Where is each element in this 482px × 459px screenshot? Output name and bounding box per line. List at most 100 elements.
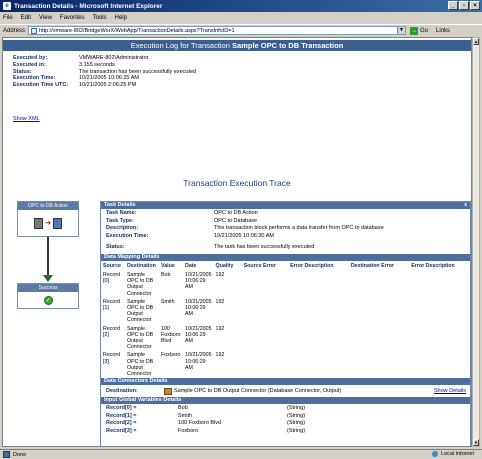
info-value: VMWARE-802\Administrator bbox=[79, 55, 149, 61]
connector-label: Destination: bbox=[106, 388, 138, 395]
column-header: Date bbox=[185, 263, 197, 269]
cell-destination: Sample OPC to DB Output Connector bbox=[127, 272, 154, 297]
cell-error-description bbox=[288, 351, 349, 378]
cell-error-description bbox=[288, 298, 349, 325]
data-mapping-header: Data Mapping Details bbox=[101, 254, 470, 261]
info-value: 10/21/2005 10:06:25 AM bbox=[79, 75, 139, 82]
cell-source: Record [0] bbox=[103, 272, 121, 285]
execution-info: Executed by: VMWARE-802\Administrator Exe… bbox=[13, 55, 196, 89]
cell-error-description bbox=[288, 271, 349, 298]
info-label: Executed by: bbox=[13, 55, 48, 61]
table-row: Record [1] Sample OPC to DB Output Conne… bbox=[101, 298, 470, 325]
task-value: 10/21/2005 10:06:30 AM bbox=[214, 232, 274, 239]
menu-help[interactable]: Help bbox=[115, 15, 127, 21]
step-label: OPC to DB Action bbox=[18, 202, 78, 210]
column-header: Source bbox=[103, 263, 121, 269]
details-panel: Task Details x Task Name: OPC to DB Actio… bbox=[100, 201, 471, 446]
check-icon: ✓ bbox=[43, 296, 53, 305]
cell-source: Record [1] bbox=[103, 298, 121, 312]
task-details-header: Task Details x bbox=[101, 202, 470, 209]
info-label: Status: bbox=[13, 68, 32, 75]
task-label: Task Name: bbox=[106, 210, 137, 216]
menu-bar: File Edit View Favorites Tools Help bbox=[0, 12, 482, 23]
menu-tools[interactable]: Tools bbox=[93, 15, 107, 21]
cell-date: 10/21/2005 10:06:29 AM bbox=[185, 352, 212, 371]
variable-name: Record[3] = bbox=[106, 427, 137, 434]
restore-button[interactable]: ▫ bbox=[459, 1, 469, 10]
status-bar: Done Local intranet bbox=[0, 449, 482, 459]
cell-quality: 192 bbox=[215, 272, 225, 278]
cell-error-description bbox=[409, 271, 470, 298]
section-title: Task Details bbox=[104, 202, 136, 208]
column-header: Quality bbox=[215, 263, 234, 269]
close-icon[interactable]: x bbox=[464, 202, 467, 209]
security-zone: Local intranet bbox=[431, 451, 474, 457]
data-connectors-header: Data Connectors Details bbox=[101, 378, 470, 386]
trace-title: Transaction Execution Trace bbox=[183, 178, 291, 188]
address-label: Address bbox=[3, 27, 26, 34]
cell-date: 10/21/2005 10:06:29 AM bbox=[185, 272, 212, 291]
cell-value: Foxboro bbox=[161, 352, 181, 359]
variable-name: Record[0] = bbox=[106, 405, 137, 412]
header-prefix: Execution Log for Transaction bbox=[130, 41, 230, 50]
info-label: Execution Time: bbox=[13, 75, 56, 82]
task-label: Status: bbox=[106, 244, 125, 250]
cell-destination: Sample OPC to DB Output Connector bbox=[127, 298, 154, 324]
data-mapping-table: Source Destination Value Date Quality So… bbox=[101, 261, 470, 378]
column-header: Destination bbox=[127, 263, 156, 269]
arrow-down-icon bbox=[43, 275, 53, 282]
go-button[interactable]: → Go bbox=[410, 26, 429, 35]
step-label: Success bbox=[18, 284, 78, 292]
cell-quality: 192 bbox=[215, 352, 225, 359]
page-done-icon bbox=[3, 451, 10, 458]
menu-edit[interactable]: Edit bbox=[21, 15, 31, 21]
column-header: Value bbox=[161, 263, 175, 269]
task-value: OPC to DB Action bbox=[214, 210, 258, 216]
info-value: The transaction has been successfully ex… bbox=[79, 68, 197, 75]
menu-favorites[interactable]: Favorites bbox=[60, 15, 85, 21]
table-row: Record [2] Sample OPC to DB Output Conne… bbox=[101, 325, 470, 352]
transaction-name: Sample OPC to DB Transaction bbox=[232, 41, 344, 50]
scroll-up-icon[interactable]: ▲ bbox=[473, 38, 479, 45]
cell-destination: Sample OPC to DB Output Connector bbox=[127, 325, 154, 351]
variable-row: Record[3] = Foxboro (String) bbox=[101, 428, 470, 436]
flow-step-action[interactable]: OPC to DB Action ➔ bbox=[17, 201, 79, 237]
cell-source-error bbox=[242, 325, 288, 352]
cell-value: 100 Foxboro Blvd bbox=[161, 325, 181, 345]
cell-destination-error bbox=[349, 351, 409, 378]
vertical-scrollbar[interactable]: ▲ ▼ bbox=[472, 37, 480, 447]
cell-date: 10/21/2005 10:06:29 AM bbox=[185, 325, 212, 345]
menu-view[interactable]: View bbox=[39, 15, 52, 21]
address-input[interactable]: http://vmware-802/BridgeWorX/WebApp/Tran… bbox=[28, 26, 407, 35]
task-value: OPC to Database bbox=[214, 217, 258, 224]
info-label: Executed in: bbox=[13, 61, 46, 68]
flow-step-success[interactable]: Success ✓ bbox=[17, 283, 79, 309]
close-button[interactable]: × bbox=[470, 1, 480, 10]
go-label: Go bbox=[420, 27, 429, 34]
cell-error-description bbox=[409, 351, 470, 378]
cell-source: Record [3] bbox=[103, 352, 121, 365]
scroll-down-icon[interactable]: ▼ bbox=[473, 439, 479, 446]
go-arrow-icon: → bbox=[410, 26, 419, 35]
variable-type: (String) bbox=[287, 412, 306, 419]
menu-file[interactable]: File bbox=[3, 15, 13, 21]
cell-source-error bbox=[242, 298, 288, 325]
global-variables-header: Input Global Variables Details bbox=[101, 397, 470, 405]
status-text: Done bbox=[13, 451, 27, 458]
links-button[interactable]: Links bbox=[436, 28, 450, 34]
chevron-down-icon[interactable]: ▼ bbox=[397, 27, 406, 34]
window-titlebar: e Transaction Details - Microsoft Intern… bbox=[0, 0, 482, 12]
cell-value: Bob bbox=[161, 272, 171, 278]
page-icon bbox=[31, 27, 38, 34]
show-details-link[interactable]: Show Details bbox=[434, 388, 466, 394]
show-xml-link[interactable]: Show XML bbox=[13, 116, 40, 122]
cell-error-description bbox=[409, 325, 470, 352]
info-value: 10/21/2005 2:06:25 PM bbox=[79, 82, 137, 89]
table-row: Record [0] Sample OPC to DB Output Conne… bbox=[101, 271, 470, 298]
variable-value: 100 Foxboro Blvd bbox=[178, 420, 222, 427]
minimize-button[interactable]: _ bbox=[448, 1, 458, 10]
connector-value: Sample OPC to DB Output Connector (Datab… bbox=[174, 388, 342, 395]
cell-error-description bbox=[288, 325, 349, 352]
intranet-icon bbox=[431, 451, 438, 457]
cell-destination-error bbox=[349, 298, 409, 325]
